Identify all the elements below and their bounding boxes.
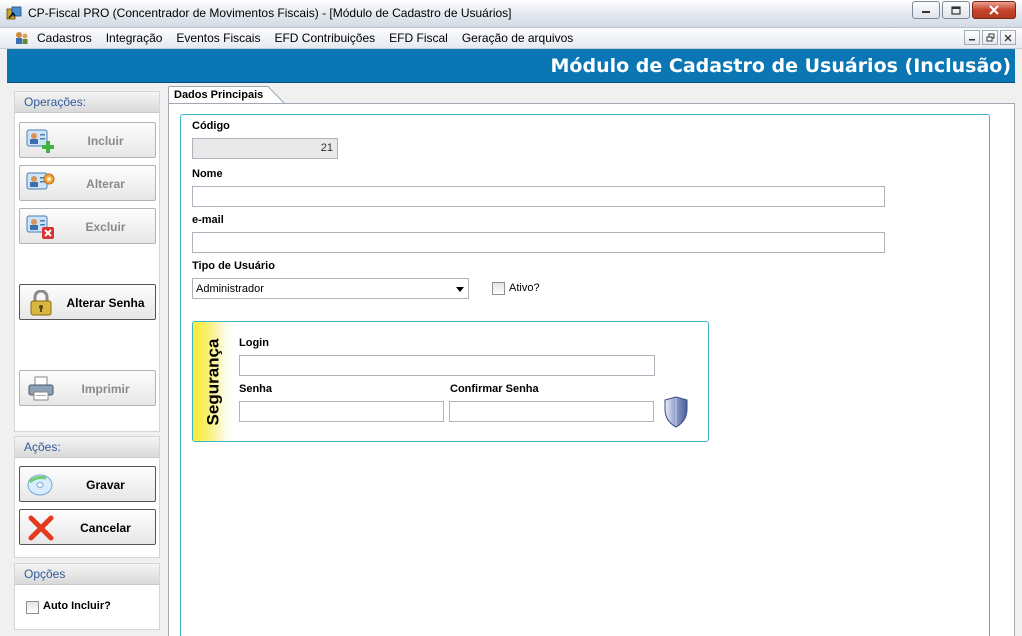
header-banner: Módulo de Cadastro de Usuários (Inclusão… <box>7 49 1015 83</box>
minimize-icon <box>969 38 975 40</box>
mdi-child-icon <box>16 32 28 44</box>
seguranca-title-text: Segurança <box>203 338 222 425</box>
incluir-label: Incluir <box>87 134 124 148</box>
chevron-down-icon <box>456 287 464 292</box>
edit-user-icon <box>26 172 55 190</box>
maximize-button[interactable] <box>942 1 970 19</box>
alterar-label: Alterar <box>86 177 125 191</box>
window-title: CP-Fiscal PRO (Concentrador de Movimento… <box>28 6 512 20</box>
codigo-label: Código <box>192 120 230 132</box>
opcoes-section: Opções Auto Incluir? <box>14 563 160 630</box>
confirmar-senha-field[interactable] <box>449 401 654 422</box>
delete-user-icon <box>26 215 54 239</box>
add-user-icon <box>26 129 54 153</box>
operacoes-section: Operações: Incluir Alterar Excluir Alter… <box>14 91 160 432</box>
restore-icon <box>986 33 994 42</box>
close-icon <box>1004 34 1012 41</box>
ativo-checkbox[interactable] <box>492 282 505 295</box>
minimize-icon <box>922 11 930 13</box>
nome-label: Nome <box>192 168 223 180</box>
menu-eventos-fiscais[interactable]: Eventos Fiscais <box>176 31 260 45</box>
menu-efd-contribuicoes[interactable]: EFD Contribuições <box>274 31 375 45</box>
excluir-button[interactable]: Excluir <box>19 208 156 244</box>
tipo-usuario-value: Administrador <box>196 283 264 295</box>
email-label: e-mail <box>192 214 224 226</box>
alterar-button[interactable]: Alterar <box>19 165 156 201</box>
gravar-label: Gravar <box>86 478 125 492</box>
seguranca-title: Segurança <box>193 322 233 441</box>
email-field[interactable] <box>192 232 885 253</box>
cancelar-button[interactable]: Cancelar <box>19 509 156 545</box>
padlock-icon <box>30 290 52 316</box>
cancel-x-icon <box>28 515 54 541</box>
imprimir-label: Imprimir <box>81 382 130 396</box>
alterar-senha-label: Alterar Senha <box>66 296 145 310</box>
excluir-label: Excluir <box>85 220 126 234</box>
nome-field[interactable] <box>192 186 885 207</box>
ativo-label: Ativo? <box>509 282 540 294</box>
alterar-senha-button[interactable]: Alterar Senha <box>19 284 156 320</box>
mdi-controls <box>964 30 1016 45</box>
menu-geracao-arquivos[interactable]: Geração de arquivos <box>462 31 573 45</box>
printer-icon <box>28 376 54 401</box>
mdi-minimize-button[interactable] <box>964 30 980 45</box>
shield-icon <box>664 396 688 428</box>
tipo-usuario-select[interactable]: Administrador <box>192 278 469 299</box>
incluir-button[interactable]: Incluir <box>19 122 156 158</box>
menu-cadastros[interactable]: Cadastros <box>37 31 92 45</box>
imprimir-button[interactable]: Imprimir <box>19 370 156 406</box>
opcoes-header: Opções <box>15 564 159 585</box>
menu-bar: Cadastros Integração Eventos Fiscais EFD… <box>0 28 1022 49</box>
acoes-section: Ações: Gravar Cancelar <box>14 436 160 558</box>
mdi-restore-button[interactable] <box>982 30 998 45</box>
login-field[interactable] <box>239 355 655 376</box>
tab-label: Dados Principais <box>174 89 264 101</box>
close-icon <box>989 5 999 15</box>
cancelar-label: Cancelar <box>80 521 131 535</box>
maximize-icon <box>951 5 961 15</box>
seguranca-group: Segurança <box>192 321 709 442</box>
senha-label: Senha <box>239 383 273 395</box>
auto-incluir-checkbox[interactable] <box>26 601 39 614</box>
operacoes-header: Operações: <box>15 92 159 113</box>
gravar-button[interactable]: Gravar <box>19 466 156 502</box>
page-title: Módulo de Cadastro de Usuários (Inclusão… <box>550 55 1011 77</box>
left-panel: Operações: Incluir Alterar Excluir Alter… <box>14 89 160 636</box>
acoes-header: Ações: <box>15 437 159 458</box>
title-bar: CP-Fiscal PRO (Concentrador de Movimento… <box>0 0 1022 28</box>
tab-dados-principais[interactable]: Dados Principais <box>168 86 286 104</box>
mdi-close-button[interactable] <box>1000 30 1016 45</box>
codigo-field: 21 <box>192 138 338 159</box>
auto-incluir-label: Auto Incluir? <box>43 600 111 612</box>
tipo-usuario-label: Tipo de Usuário <box>192 260 275 272</box>
menu-integracao[interactable]: Integração <box>106 31 163 45</box>
confirmar-senha-label: Confirmar Senha <box>450 383 539 395</box>
save-disk-icon <box>27 474 53 496</box>
menu-efd-fiscal[interactable]: EFD Fiscal <box>389 31 448 45</box>
window-controls <box>912 1 1016 19</box>
app-icon <box>6 6 22 20</box>
minimize-button[interactable] <box>912 1 940 19</box>
close-button[interactable] <box>972 1 1016 19</box>
senha-field[interactable] <box>239 401 444 422</box>
login-label: Login <box>239 337 269 349</box>
